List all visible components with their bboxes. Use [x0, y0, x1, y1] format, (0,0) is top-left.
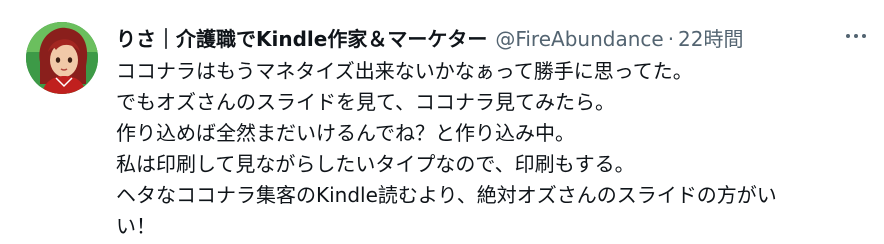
- tweet-card[interactable]: りさ｜介護職でKindle作家＆マーケター @FireAbundance · 2…: [0, 0, 884, 244]
- tweet-content: りさ｜介護職でKindle作家＆マーケター @FireAbundance · 2…: [116, 22, 856, 242]
- tweet-text-line: い！: [116, 214, 156, 238]
- tweet-text-line: でもオズさんのスライドを見て、ココナラ見てみたら。: [116, 90, 615, 114]
- timestamp[interactable]: 22時間: [678, 22, 743, 56]
- more-horizontal-icon[interactable]: [838, 26, 874, 46]
- tweet-text-line: 作り込めば全然まだいけるんでね？と作り込み中。: [116, 121, 575, 145]
- separator: ·: [667, 27, 675, 51]
- dot: [854, 34, 858, 38]
- user-handle[interactable]: @FireAbundance: [495, 22, 663, 56]
- user-avatar-icon: [26, 22, 98, 94]
- avatar[interactable]: [26, 22, 98, 94]
- dot: [846, 34, 850, 38]
- tweet-header: りさ｜介護職でKindle作家＆マーケター @FireAbundance · 2…: [116, 22, 856, 56]
- tweet-text-line: 私は印刷して見ながらしたいタイプなので、印刷もする。: [116, 152, 635, 176]
- tweet-text-line: ココナラはもうマネタイズ出来ないかなぁって勝手に思ってた。: [116, 59, 693, 83]
- tweet-text-line: ヘタなココナラ集客のKindle読むより、絶対オズさんのスライドの方がい: [116, 183, 777, 207]
- dot: [862, 34, 866, 38]
- tweet-text: ココナラはもうマネタイズ出来ないかなぁって勝手に思ってた。 でもオズさんのスライ…: [116, 56, 856, 242]
- display-name[interactable]: りさ｜介護職でKindle作家＆マーケター: [116, 22, 487, 56]
